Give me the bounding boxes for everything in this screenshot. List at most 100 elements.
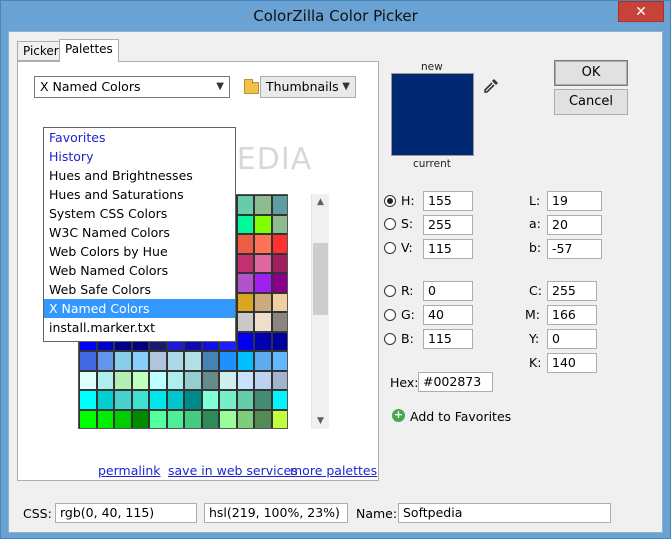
c-field[interactable]: 255	[547, 281, 597, 301]
palette-swatch[interactable]	[271, 195, 287, 215]
palette-swatch[interactable]	[219, 390, 237, 410]
palette-swatch[interactable]	[184, 409, 202, 428]
s-radio[interactable]	[384, 218, 396, 230]
palette-swatch[interactable]	[96, 370, 114, 390]
palette-swatch[interactable]	[254, 195, 272, 215]
scroll-up-icon[interactable]: ▲	[312, 197, 329, 207]
palette-swatch[interactable]	[236, 195, 254, 215]
g-radio[interactable]	[384, 309, 396, 321]
palette-swatch[interactable]	[96, 409, 114, 428]
b-field[interactable]: 115	[423, 329, 473, 349]
palette-swatch[interactable]	[271, 370, 287, 390]
palette-swatch[interactable]	[271, 253, 287, 273]
palette-swatch[interactable]	[114, 351, 132, 371]
palette-swatch[interactable]	[79, 390, 97, 410]
palette-scrollbar[interactable]: ▲ ▼	[311, 194, 329, 429]
dropdown-item[interactable]: install.marker.txt	[44, 318, 235, 337]
r-radio[interactable]	[384, 285, 396, 297]
palette-swatch[interactable]	[96, 390, 114, 410]
g-field[interactable]: 40	[423, 305, 473, 325]
palette-swatch[interactable]	[184, 351, 202, 371]
palette-swatch[interactable]	[184, 370, 202, 390]
save-web-services-link[interactable]: save in web services	[168, 463, 298, 478]
h-radio[interactable]	[384, 195, 396, 207]
palette-swatch[interactable]	[79, 409, 97, 428]
r-field[interactable]: 0	[423, 281, 473, 301]
palette-swatch[interactable]	[166, 351, 184, 371]
palette-swatch[interactable]	[236, 273, 254, 293]
palette-swatch[interactable]	[254, 390, 272, 410]
palette-swatch[interactable]	[131, 409, 149, 428]
add-icon[interactable]: +	[392, 409, 405, 422]
palette-swatch[interactable]	[219, 351, 237, 371]
palette-swatch[interactable]	[236, 370, 254, 390]
b-lab-field[interactable]: -57	[547, 239, 602, 259]
palette-swatch[interactable]	[254, 409, 272, 428]
palette-swatch[interactable]	[254, 312, 272, 332]
palette-swatch[interactable]	[236, 390, 254, 410]
dropdown-item-favorites[interactable]: Favorites	[44, 128, 235, 147]
palette-swatch[interactable]	[254, 273, 272, 293]
palette-swatch[interactable]	[166, 390, 184, 410]
palette-swatch[interactable]	[166, 370, 184, 390]
b-radio[interactable]	[384, 333, 396, 345]
palette-swatch[interactable]	[271, 390, 287, 410]
s-field[interactable]: 255	[423, 215, 473, 235]
palette-swatch[interactable]	[219, 370, 237, 390]
close-button[interactable]: ✕	[618, 1, 664, 22]
palette-dropdown-list[interactable]: Favorites History Hues and Brightnesses …	[43, 127, 236, 342]
palette-swatch[interactable]	[236, 253, 254, 273]
dropdown-item[interactable]: W3C Named Colors	[44, 223, 235, 242]
palette-swatch[interactable]	[271, 214, 287, 234]
view-select[interactable]: Thumbnails ▼	[260, 76, 356, 98]
ok-button[interactable]: OK	[554, 60, 628, 86]
palette-swatch[interactable]	[271, 234, 287, 254]
dropdown-item[interactable]: Hues and Saturations	[44, 185, 235, 204]
palette-select[interactable]: X Named Colors ▼	[34, 76, 230, 98]
k-field[interactable]: 140	[547, 353, 597, 373]
palette-swatch[interactable]	[254, 370, 272, 390]
dropdown-item[interactable]: Web Colors by Hue	[44, 242, 235, 261]
dropdown-item-history[interactable]: History	[44, 147, 235, 166]
permalink-link[interactable]: permalink	[98, 463, 161, 478]
palette-swatch[interactable]	[79, 370, 97, 390]
palette-swatch[interactable]	[254, 292, 272, 312]
dropdown-item-selected[interactable]: X Named Colors	[44, 299, 235, 318]
palette-swatch[interactable]	[201, 390, 219, 410]
h-field[interactable]: 155	[423, 191, 473, 211]
dropdown-item[interactable]: Web Safe Colors	[44, 280, 235, 299]
palette-swatch[interactable]	[254, 234, 272, 254]
a-field[interactable]: 20	[547, 215, 602, 235]
css-hsl-field[interactable]: hsl(219, 100%, 23%)	[204, 503, 348, 523]
v-field[interactable]: 115	[423, 239, 473, 259]
scroll-down-icon[interactable]: ▼	[312, 416, 329, 426]
cancel-button[interactable]: Cancel	[554, 89, 628, 115]
palette-swatch[interactable]	[236, 292, 254, 312]
palette-swatch[interactable]	[114, 390, 132, 410]
color-name-field[interactable]: Softpedia	[398, 503, 611, 523]
palette-swatch[interactable]	[149, 370, 167, 390]
palette-swatch[interactable]	[166, 409, 184, 428]
palette-swatch[interactable]	[254, 351, 272, 371]
palette-swatch[interactable]	[201, 409, 219, 428]
palette-swatch[interactable]	[149, 409, 167, 428]
m-field[interactable]: 166	[547, 305, 597, 325]
palette-swatch[interactable]	[236, 331, 254, 351]
palette-swatch[interactable]	[254, 253, 272, 273]
hex-field[interactable]: #002873	[418, 372, 493, 392]
palette-swatch[interactable]	[236, 312, 254, 332]
scroll-thumb[interactable]	[313, 243, 328, 315]
css-rgb-field[interactable]: rgb(0, 40, 115)	[55, 503, 197, 523]
palette-swatch[interactable]	[114, 409, 132, 428]
palette-swatch[interactable]	[201, 370, 219, 390]
more-palettes-link[interactable]: more palettes	[290, 463, 377, 478]
palette-swatch[interactable]	[271, 312, 287, 332]
palette-swatch[interactable]	[254, 214, 272, 234]
palette-swatch[interactable]	[149, 390, 167, 410]
tab-palettes[interactable]: Palettes	[59, 39, 119, 62]
palette-swatch[interactable]	[96, 351, 114, 371]
add-to-favorites-button[interactable]: Add to Favorites	[410, 409, 511, 424]
palette-swatch[interactable]	[131, 370, 149, 390]
v-radio[interactable]	[384, 242, 396, 254]
palette-swatch[interactable]	[236, 214, 254, 234]
